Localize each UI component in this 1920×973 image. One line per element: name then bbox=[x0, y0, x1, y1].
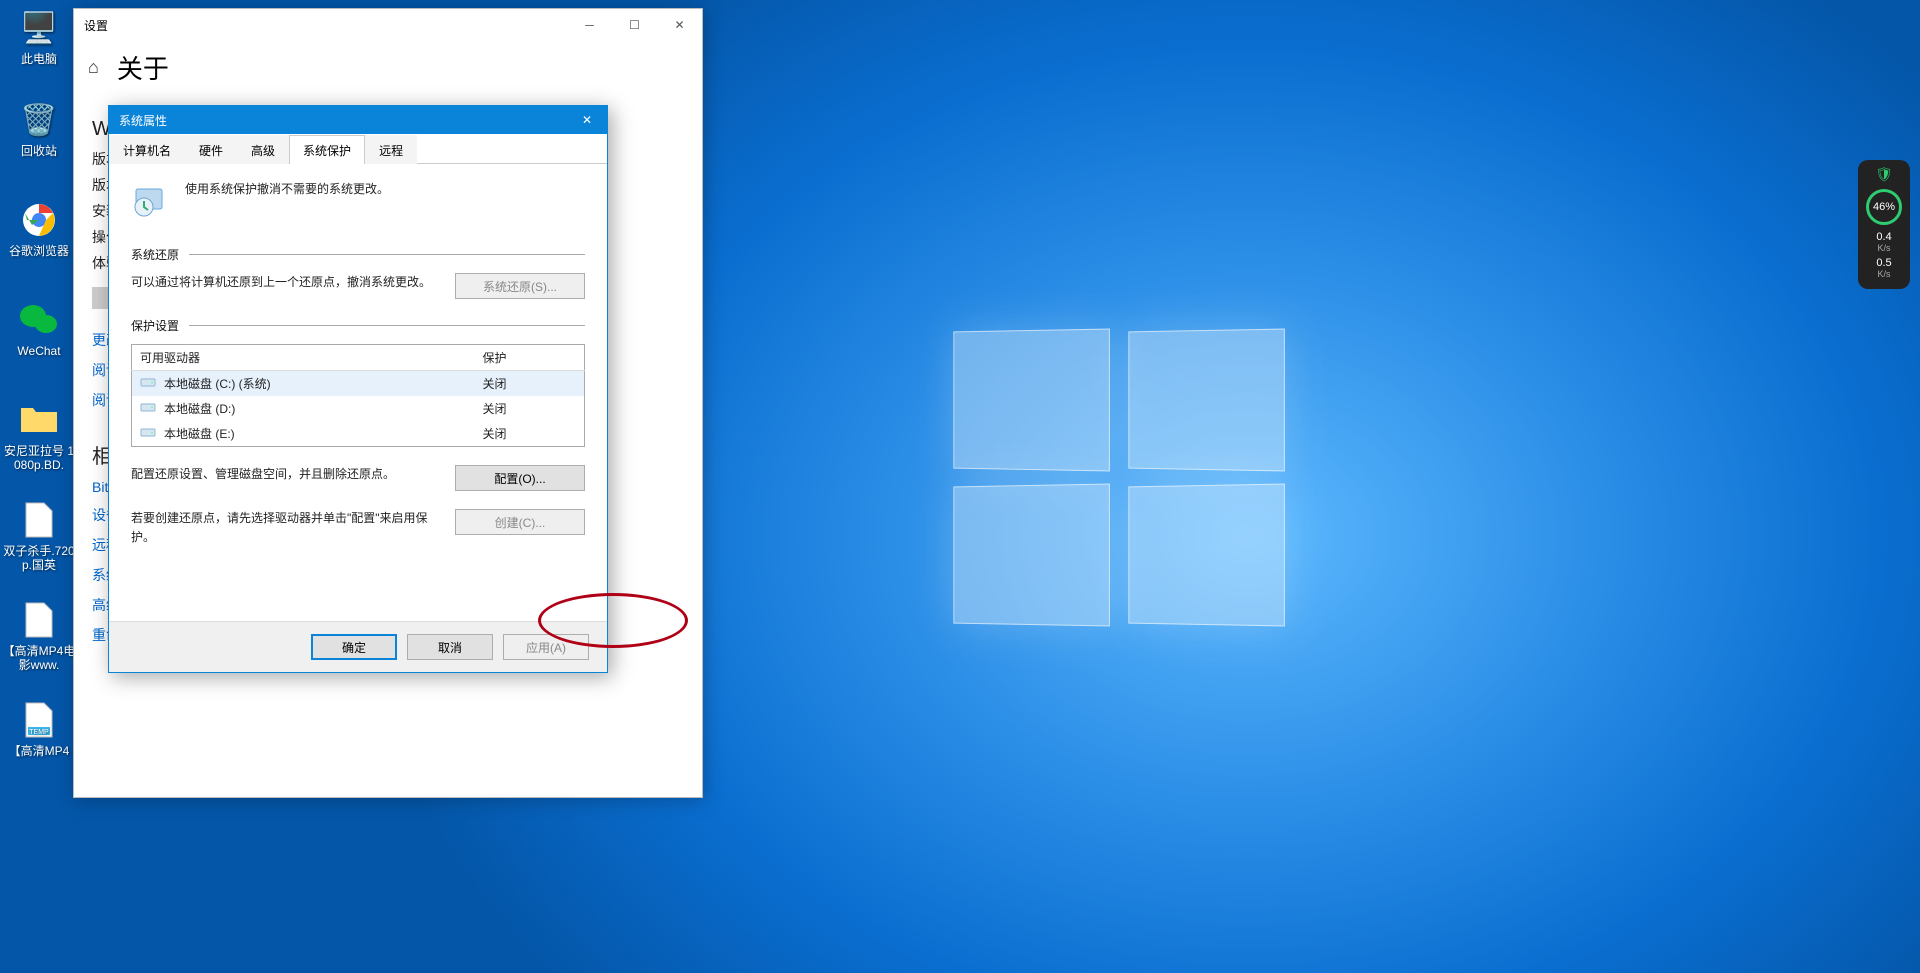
drive-row[interactable]: 本地磁盘 (C:) (系统)关闭 bbox=[132, 371, 585, 397]
drive-status: 关闭 bbox=[475, 421, 585, 447]
chrome-icon bbox=[15, 200, 63, 240]
desktop-icon-chrome[interactable]: 谷歌浏览器 bbox=[2, 200, 76, 258]
document-temp-icon: TEMP bbox=[15, 700, 63, 740]
create-restore-point-button[interactable]: 创建(C)... bbox=[455, 509, 585, 535]
usage-ring: 46% bbox=[1866, 189, 1902, 225]
sysprop-title: 系统属性 bbox=[119, 112, 167, 129]
drive-name: 本地磁盘 (D:) bbox=[156, 396, 475, 421]
configure-button[interactable]: 配置(O)... bbox=[455, 465, 585, 491]
system-properties-dialog: 系统属性 ✕ 计算机名 硬件 高级 系统保护 远程 使用系统保护撤消不需要的系统… bbox=[108, 105, 608, 673]
document-icon bbox=[15, 600, 63, 640]
icon-label: 【高清MP4电影www. bbox=[2, 644, 76, 672]
restore-description: 可以通过将计算机还原到上一个还原点，撤消系统更改。 bbox=[131, 273, 435, 292]
wechat-icon bbox=[15, 300, 63, 340]
tab-remote[interactable]: 远程 bbox=[365, 135, 417, 164]
tab-advanced[interactable]: 高级 bbox=[237, 135, 289, 164]
dialog-footer: 确定 取消 应用(A) bbox=[109, 621, 607, 672]
icon-label: WeChat bbox=[2, 344, 76, 358]
sysprop-tabs: 计算机名 硬件 高级 系统保护 远程 bbox=[109, 134, 607, 164]
net-down: 0.5K/s bbox=[1858, 257, 1910, 279]
disk-icon bbox=[140, 402, 156, 416]
drive-status: 关闭 bbox=[475, 396, 585, 421]
group-protection-settings: 保护设置 bbox=[131, 317, 585, 334]
drive-row[interactable]: 本地磁盘 (D:)关闭 bbox=[132, 396, 585, 421]
desktop-icon-folder-1[interactable]: 安尼亚拉号 1080p.BD. bbox=[2, 400, 76, 472]
drive-status: 关闭 bbox=[475, 371, 585, 397]
windows-logo-background bbox=[950, 330, 1300, 630]
page-title: 关于 bbox=[117, 49, 169, 86]
desktop-icon-recycle-bin[interactable]: 🗑️ 回收站 bbox=[2, 100, 76, 158]
home-icon[interactable]: ⌂ bbox=[88, 57, 99, 78]
sysprop-titlebar[interactable]: 系统属性 ✕ bbox=[109, 106, 607, 134]
disk-icon bbox=[140, 427, 156, 441]
minimize-button[interactable]: ─ bbox=[567, 9, 612, 41]
system-protection-icon bbox=[131, 180, 171, 220]
system-restore-button[interactable]: 系统还原(S)... bbox=[455, 273, 585, 299]
tab-hardware[interactable]: 硬件 bbox=[185, 135, 237, 164]
folder-icon bbox=[15, 400, 63, 440]
configure-description: 配置还原设置、管理磁盘空间，并且删除还原点。 bbox=[131, 465, 435, 484]
close-button[interactable]: ✕ bbox=[657, 9, 702, 41]
cancel-button[interactable]: 取消 bbox=[407, 634, 493, 660]
settings-header: ⌂ 关于 bbox=[74, 41, 702, 104]
shield-icon: 🛡 bbox=[1858, 166, 1910, 183]
intro-text: 使用系统保护撤消不需要的系统更改。 bbox=[185, 180, 389, 197]
icon-label: 回收站 bbox=[2, 144, 76, 158]
svg-text:TEMP: TEMP bbox=[29, 729, 49, 736]
tab-computer-name[interactable]: 计算机名 bbox=[109, 135, 185, 164]
icon-label: 双子杀手.720p.国英 bbox=[2, 544, 76, 572]
close-button[interactable]: ✕ bbox=[567, 106, 607, 134]
create-description: 若要创建还原点，请先选择驱动器并单击"配置"来启用保护。 bbox=[131, 509, 435, 547]
desktop-icon-this-pc[interactable]: 🖥️ 此电脑 bbox=[2, 8, 76, 66]
col-header-drive: 可用驱动器 bbox=[132, 345, 475, 371]
performance-widget[interactable]: 🛡 46% 0.4K/s 0.5K/s bbox=[1858, 160, 1910, 289]
drive-row[interactable]: 本地磁盘 (E:)关闭 bbox=[132, 421, 585, 447]
ok-button[interactable]: 确定 bbox=[311, 634, 397, 660]
monitor-icon: 🖥️ bbox=[15, 8, 63, 48]
drive-name: 本地磁盘 (C:) (系统) bbox=[156, 371, 475, 397]
col-header-protection: 保护 bbox=[475, 345, 585, 371]
icon-label: 安尼亚拉号 1080p.BD. bbox=[2, 444, 76, 472]
icon-label: 此电脑 bbox=[2, 52, 76, 66]
desktop-icon-file-1[interactable]: 双子杀手.720p.国英 bbox=[2, 500, 76, 572]
settings-window-title: 设置 bbox=[84, 17, 108, 34]
desktop-icon-file-2[interactable]: 【高清MP4电影www. bbox=[2, 600, 76, 672]
trash-icon: 🗑️ bbox=[15, 100, 63, 140]
tab-system-protection[interactable]: 系统保护 bbox=[289, 135, 365, 164]
group-system-restore: 系统还原 bbox=[131, 246, 585, 263]
settings-titlebar[interactable]: 设置 ─ ☐ ✕ bbox=[74, 9, 702, 41]
disk-icon bbox=[140, 377, 156, 391]
desktop-icon-file-temp[interactable]: TEMP 【高清MP4 bbox=[2, 700, 76, 758]
apply-button[interactable]: 应用(A) bbox=[503, 634, 589, 660]
desktop-icon-wechat[interactable]: WeChat bbox=[2, 300, 76, 358]
net-up: 0.4K/s bbox=[1858, 231, 1910, 253]
drive-table: 可用驱动器 保护 本地磁盘 (C:) (系统)关闭本地磁盘 (D:)关闭本地磁盘… bbox=[131, 344, 585, 447]
document-icon bbox=[15, 500, 63, 540]
drive-name: 本地磁盘 (E:) bbox=[156, 421, 475, 447]
maximize-button[interactable]: ☐ bbox=[612, 9, 657, 41]
icon-label: 【高清MP4 bbox=[2, 744, 76, 758]
icon-label: 谷歌浏览器 bbox=[2, 244, 76, 258]
